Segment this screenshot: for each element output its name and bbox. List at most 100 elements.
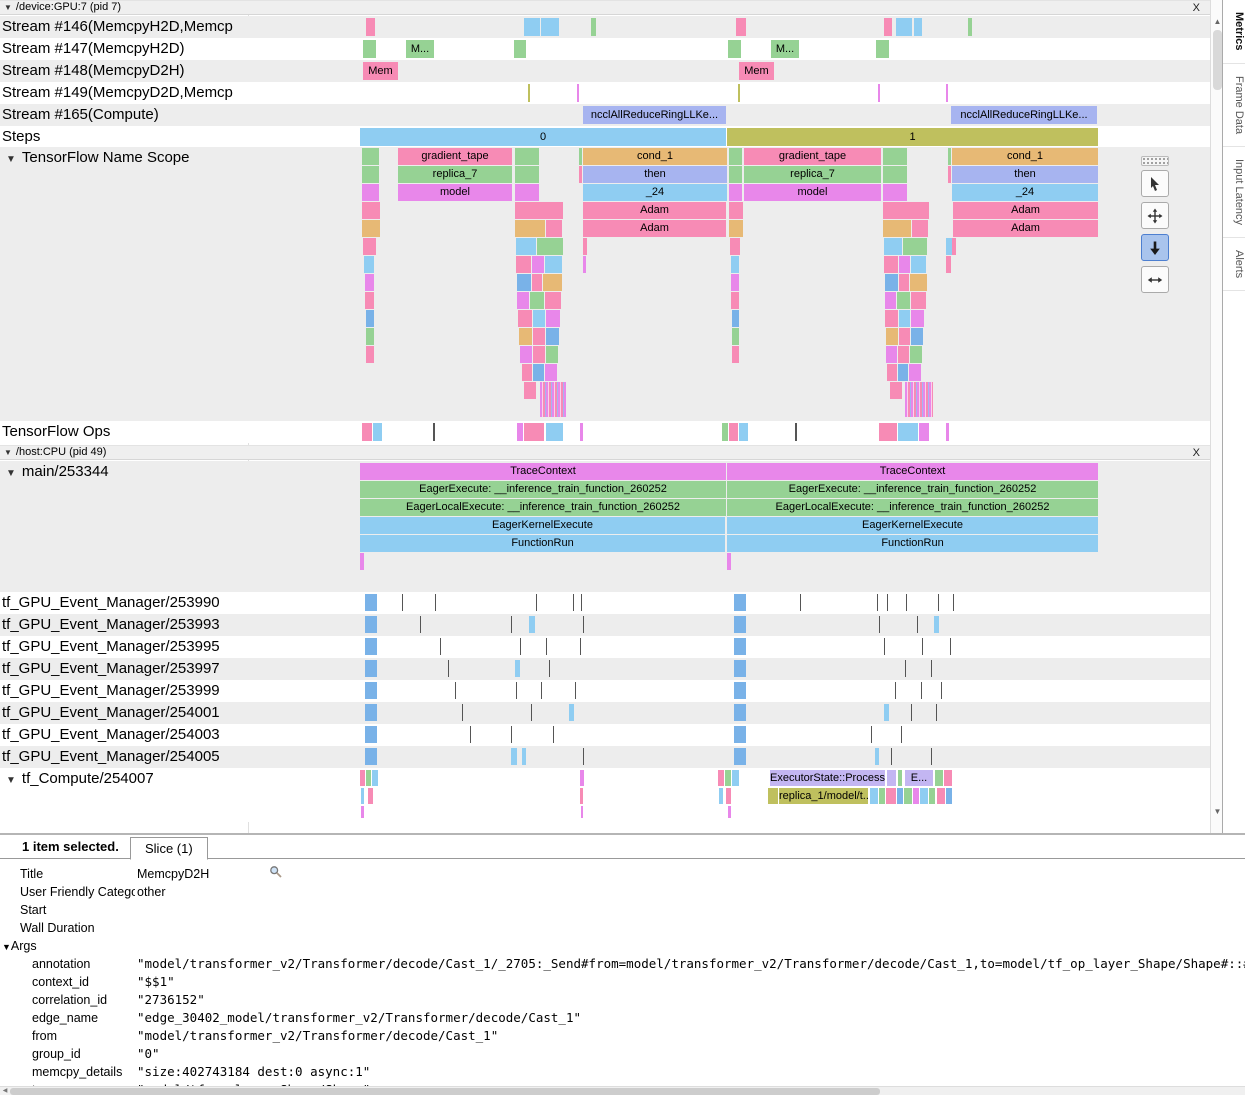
- trace-bar[interactable]: [579, 166, 582, 183]
- trace-bar[interactable]: [878, 84, 880, 102]
- trace-bar[interactable]: [895, 682, 896, 699]
- trace-bar[interactable]: [546, 638, 547, 655]
- panel-close-button[interactable]: X: [1193, 447, 1200, 460]
- trace-bar[interactable]: [362, 202, 380, 219]
- trace-bar[interactable]: [795, 423, 797, 441]
- trace-bar[interactable]: [583, 238, 587, 255]
- trace-bar[interactable]: [532, 256, 544, 273]
- trace-bar[interactable]: [435, 594, 436, 611]
- trace-bar[interactable]: [883, 166, 907, 183]
- trace-bar[interactable]: [728, 40, 741, 58]
- trace-bar[interactable]: [514, 40, 526, 58]
- trace-bar[interactable]: [545, 364, 557, 381]
- trace-bar[interactable]: [909, 364, 921, 381]
- trace-bar[interactable]: [934, 616, 939, 633]
- trace-bar[interactable]: [910, 346, 922, 363]
- trace-bar[interactable]: EagerKernelExecute: [727, 517, 1098, 534]
- trace-bar[interactable]: [883, 220, 911, 237]
- trace-bar[interactable]: [581, 594, 582, 611]
- trace-bar[interactable]: [734, 682, 746, 699]
- trace-bar[interactable]: [536, 594, 537, 611]
- trace-bar[interactable]: [913, 788, 919, 804]
- trace-bar[interactable]: [800, 594, 801, 611]
- trace-bar[interactable]: then: [952, 166, 1098, 183]
- trace-bar[interactable]: Adam: [583, 202, 726, 219]
- trace-bar[interactable]: [870, 788, 878, 804]
- trace-bar[interactable]: then: [583, 166, 727, 183]
- trace-bar[interactable]: [511, 616, 512, 633]
- trace-bar[interactable]: [366, 770, 371, 786]
- trace-bar[interactable]: [516, 682, 517, 699]
- trace-bar[interactable]: [368, 788, 373, 804]
- trace-bar[interactable]: [719, 788, 723, 804]
- trace-bar[interactable]: [734, 616, 746, 633]
- trace-bar[interactable]: [517, 292, 529, 309]
- trace-bar[interactable]: [905, 660, 906, 677]
- trace-bar[interactable]: [515, 202, 563, 219]
- trace-bar[interactable]: Adam: [953, 220, 1098, 237]
- trace-bar[interactable]: Mem: [739, 62, 774, 80]
- trace-bar[interactable]: [440, 638, 441, 655]
- trace-bar[interactable]: [546, 423, 563, 441]
- trace-bar[interactable]: [734, 726, 746, 743]
- trace-bar[interactable]: [911, 292, 926, 309]
- trace-bar[interactable]: [362, 166, 379, 183]
- trace-bar[interactable]: [546, 346, 558, 363]
- trace-bar[interactable]: [726, 788, 731, 804]
- trace-bar[interactable]: [520, 638, 521, 655]
- trace-bar[interactable]: [718, 770, 724, 786]
- trace-bar[interactable]: replica_1/model/t...: [779, 788, 868, 804]
- trace-bar[interactable]: model: [744, 184, 881, 201]
- trace-bar[interactable]: [886, 788, 896, 804]
- trace-bar[interactable]: [739, 423, 748, 441]
- trace-bar[interactable]: [365, 682, 377, 699]
- trace-bar[interactable]: [911, 256, 926, 273]
- trace-bar[interactable]: [931, 660, 932, 677]
- sidebar-tab-metrics[interactable]: Metrics: [1223, 0, 1245, 64]
- trace-bar[interactable]: [530, 292, 544, 309]
- trace-bar[interactable]: [366, 18, 375, 36]
- trace-bar[interactable]: 1: [727, 128, 1098, 146]
- trace-bar[interactable]: [884, 256, 898, 273]
- trace-bar[interactable]: [365, 594, 377, 611]
- trace-bar[interactable]: [420, 616, 421, 633]
- trace-bar[interactable]: [899, 310, 910, 327]
- trace-bar[interactable]: [517, 423, 523, 441]
- trace-bar[interactable]: FunctionRun: [360, 535, 725, 552]
- trace-bar[interactable]: [736, 18, 746, 36]
- trace-bar[interactable]: ncclAllReduceRingLLKe...: [583, 106, 726, 124]
- trace-bar[interactable]: [365, 726, 377, 743]
- trace-bar[interactable]: [580, 423, 583, 441]
- trace-bar[interactable]: [402, 594, 403, 611]
- pan-tool[interactable]: [1141, 202, 1169, 229]
- trace-bar[interactable]: [545, 292, 561, 309]
- trace-bar[interactable]: [728, 806, 731, 818]
- trace-bar[interactable]: [533, 364, 544, 381]
- trace-bar[interactable]: [732, 346, 739, 363]
- trace-bar[interactable]: [941, 682, 942, 699]
- trace-bar[interactable]: [515, 220, 545, 237]
- trace-bar[interactable]: [362, 423, 372, 441]
- trace-bar[interactable]: [553, 726, 554, 743]
- trace-bar[interactable]: [361, 806, 364, 818]
- horizontal-scrollbar[interactable]: ◀: [0, 1086, 1245, 1095]
- trace-bar[interactable]: [937, 788, 945, 804]
- trace-bar[interactable]: [732, 310, 739, 327]
- trace-bar[interactable]: Adam: [953, 202, 1098, 219]
- trace-bar[interactable]: [522, 364, 532, 381]
- trace-bar[interactable]: [885, 292, 896, 309]
- trace-bar[interactable]: [546, 220, 562, 237]
- trace-bar[interactable]: [573, 594, 574, 611]
- trace-bar[interactable]: [533, 310, 545, 327]
- trace-bar[interactable]: [362, 184, 379, 201]
- trace-bar[interactable]: _24: [952, 184, 1098, 201]
- scrollbar-thumb[interactable]: [1213, 30, 1222, 90]
- trace-bar[interactable]: [515, 148, 539, 165]
- trace-bar[interactable]: [948, 166, 951, 183]
- trace-bar[interactable]: [890, 382, 902, 399]
- scrollbar-thumb[interactable]: [10, 1088, 880, 1095]
- trace-bar[interactable]: [734, 638, 746, 655]
- search-icon[interactable]: [269, 865, 282, 883]
- trace-bar[interactable]: [524, 423, 544, 441]
- trace-bar[interactable]: [887, 594, 888, 611]
